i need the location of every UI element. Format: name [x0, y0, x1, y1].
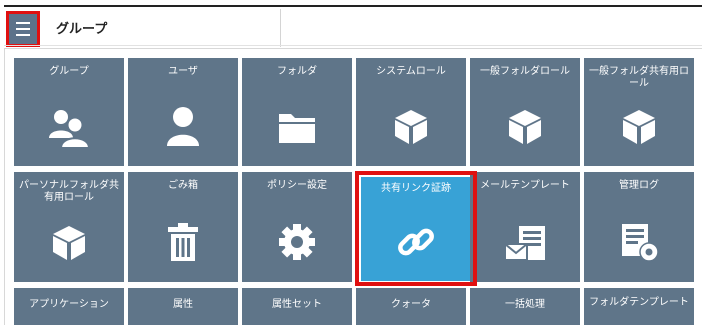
cube-icon — [356, 108, 466, 146]
hamburger-menu-icon-bar — [16, 34, 30, 36]
tile-user[interactable]: ユーザ — [128, 58, 238, 166]
header-divider — [280, 9, 281, 47]
tile-label: 属性 — [173, 299, 193, 310]
tile-quota[interactable]: クォータ — [356, 288, 466, 325]
tile-system-role[interactable]: システムロール — [356, 58, 466, 166]
user-icon — [128, 106, 238, 148]
tile-label: ごみ箱 — [168, 180, 198, 191]
tile-general-folder-role[interactable]: 一般フォルダロール — [470, 58, 580, 166]
tile-folder-template[interactable]: フォルダテンプレート — [584, 288, 694, 325]
tile-label: ポリシー設定 — [267, 180, 327, 191]
tile-trash[interactable]: ごみ箱 — [128, 172, 238, 282]
group-users-icon — [14, 108, 124, 148]
tile-label: システムロール — [376, 66, 446, 77]
tile-label: フォルダ — [277, 66, 317, 77]
cube-icon — [584, 108, 694, 146]
tile-label: グループ — [49, 66, 89, 77]
tile-label: クォータ — [391, 299, 431, 310]
tile-label: 共有リンク証跡 — [381, 183, 451, 194]
tile-label: 一般フォルダ共有用ロール — [589, 66, 689, 89]
tile-admin-log[interactable]: 管理ログ — [584, 172, 694, 282]
tile-label: 一般フォルダロール — [480, 66, 570, 77]
hamburger-menu-button[interactable] — [6, 11, 40, 47]
page-title: グループ — [56, 22, 108, 37]
tile-application[interactable]: アプリケーション — [14, 288, 124, 325]
mail-template-icon — [470, 224, 580, 264]
tile-label: フォルダテンプレート — [589, 297, 689, 308]
trash-icon — [128, 222, 238, 262]
tile-shared-link-trail[interactable]: 共有リンク証跡 — [361, 177, 471, 281]
tile-attribute[interactable]: 属性 — [128, 288, 238, 325]
tile-policy-settings[interactable]: ポリシー設定 — [242, 172, 352, 282]
tile-mail-template[interactable]: メールテンプレート — [470, 172, 580, 282]
header-bottom-border — [4, 45, 702, 46]
tile-folder[interactable]: フォルダ — [242, 58, 352, 166]
tile-general-folder-share-role[interactable]: 一般フォルダ共有用ロール — [584, 58, 694, 166]
header-bar: グループ — [4, 5, 702, 47]
tile-label: 属性セット — [272, 299, 322, 310]
hamburger-menu-icon-bar — [16, 28, 30, 30]
tile-personal-folder-share-role[interactable]: パーソナルフォルダ共有用ロール — [14, 172, 124, 282]
hamburger-menu-icon — [16, 22, 30, 24]
tile-label: メールテンプレート — [480, 180, 570, 191]
tile-label: 一括処理 — [505, 299, 545, 310]
tile-attribute-set[interactable]: 属性セット — [242, 288, 352, 325]
gear-icon — [242, 222, 352, 262]
tile-label: 管理ログ — [619, 180, 659, 191]
tile-label: アプリケーション — [29, 299, 109, 310]
tile-label: パーソナルフォルダ共有用ロール — [19, 180, 119, 203]
link-icon — [361, 221, 471, 263]
log-settings-icon — [584, 222, 694, 264]
tile-batch-processing[interactable]: 一括処理 — [470, 288, 580, 325]
folder-icon — [242, 110, 352, 144]
cube-icon — [14, 224, 124, 262]
cube-icon — [470, 108, 580, 146]
tile-label: ユーザ — [168, 66, 198, 77]
tile-group[interactable]: グループ — [14, 58, 124, 166]
